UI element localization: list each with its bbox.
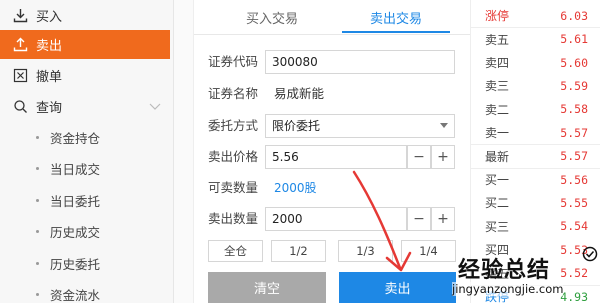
watermark-check-icon bbox=[582, 246, 598, 262]
watermark-url: jingyanzongjie.com bbox=[452, 282, 564, 296]
watermark-logo: 经验总结 bbox=[458, 258, 551, 283]
